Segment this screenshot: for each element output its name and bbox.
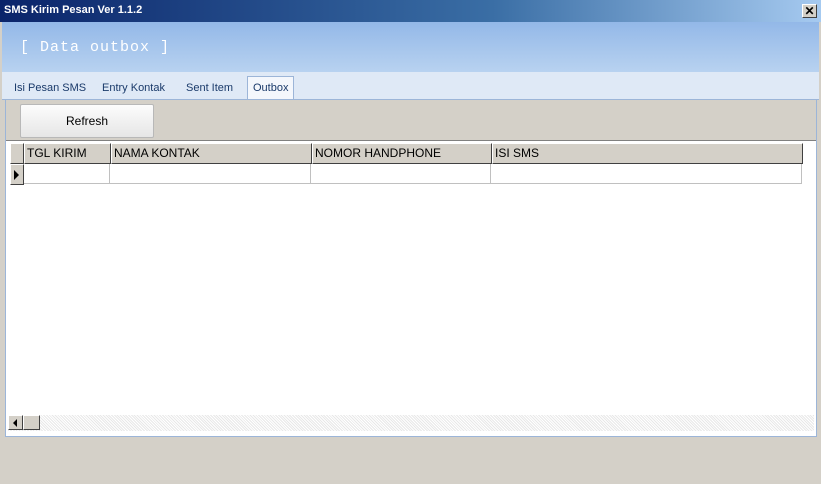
horizontal-scrollbar[interactable] [8,415,814,431]
current-row-arrow-icon [14,170,19,180]
tab-entry-kontak[interactable]: Entry Kontak [102,78,165,98]
scroll-left-button[interactable] [8,415,23,430]
outbox-panel: Refresh TGL KIRIM NAMA KONTAK NOMOR HAND… [5,99,817,437]
header-banner: [ Data outbox ] [2,22,819,72]
window-title: SMS Kirim Pesan Ver 1.1.2 [4,4,143,16]
outbox-grid[interactable]: TGL KIRIM NAMA KONTAK NOMOR HANDPHONE IS… [8,143,812,415]
column-header-tgl-kirim[interactable]: TGL KIRIM [24,143,111,164]
column-header-isi-sms[interactable]: ISI SMS [492,143,803,164]
cell-nomor-handphone[interactable] [311,164,491,184]
row-selector[interactable] [10,164,24,185]
toolbar: Refresh [6,100,816,141]
tab-sent-item[interactable]: Sent Item [186,78,233,98]
cell-nama-kontak[interactable] [110,164,311,184]
page-title: [ Data outbox ] [20,39,171,56]
refresh-button[interactable]: Refresh [20,104,154,138]
column-header-nomor-handphone[interactable]: NOMOR HANDPHONE [312,143,492,164]
close-button[interactable]: ✕ [802,4,817,18]
title-bar: SMS Kirim Pesan Ver 1.1.2 ✕ [0,0,821,22]
close-icon: ✕ [804,4,815,18]
tab-outbox[interactable]: Outbox [247,76,295,100]
cell-tgl-kirim[interactable] [24,164,110,184]
grid-header-row: TGL KIRIM NAMA KONTAK NOMOR HANDPHONE IS… [10,143,803,164]
table-row[interactable] [10,164,802,185]
tab-strip: Isi Pesan SMS Entry Kontak Sent Item Out… [2,72,819,100]
arrow-left-icon [13,419,17,427]
column-header-nama-kontak[interactable]: NAMA KONTAK [111,143,312,164]
cell-isi-sms[interactable] [491,164,802,184]
tab-isi-pesan-sms[interactable]: Isi Pesan SMS [14,78,86,98]
grid-corner [10,143,24,164]
scroll-thumb[interactable] [23,415,40,430]
